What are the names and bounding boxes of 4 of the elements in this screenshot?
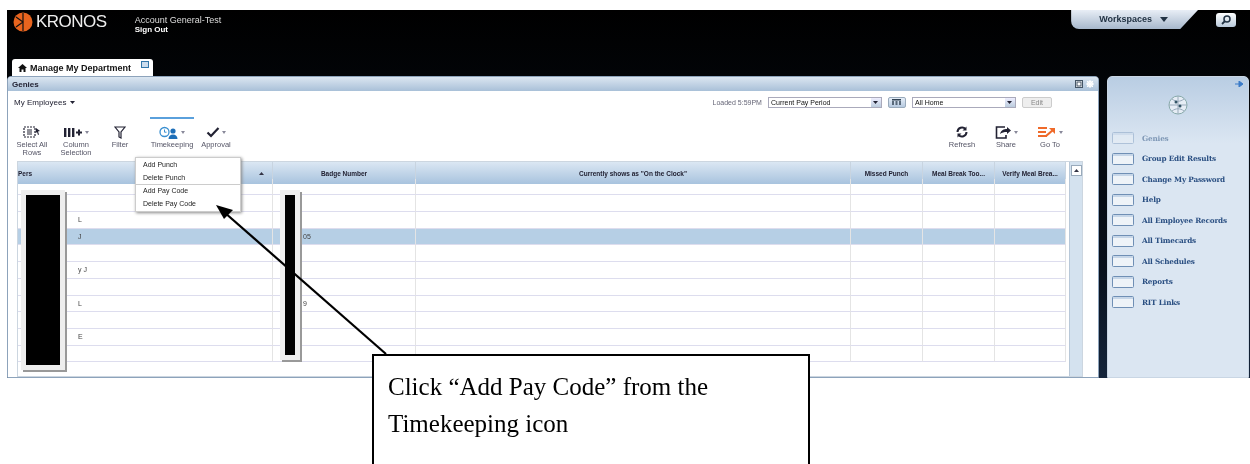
callout-text: Click “Add Pay Code” from the Timekeeping icon <box>372 354 810 464</box>
account-name: Account General-Test <box>134 15 222 25</box>
panel-title: Genies <box>12 79 39 89</box>
kronos-logo-text: KRONOS <box>36 12 107 32</box>
